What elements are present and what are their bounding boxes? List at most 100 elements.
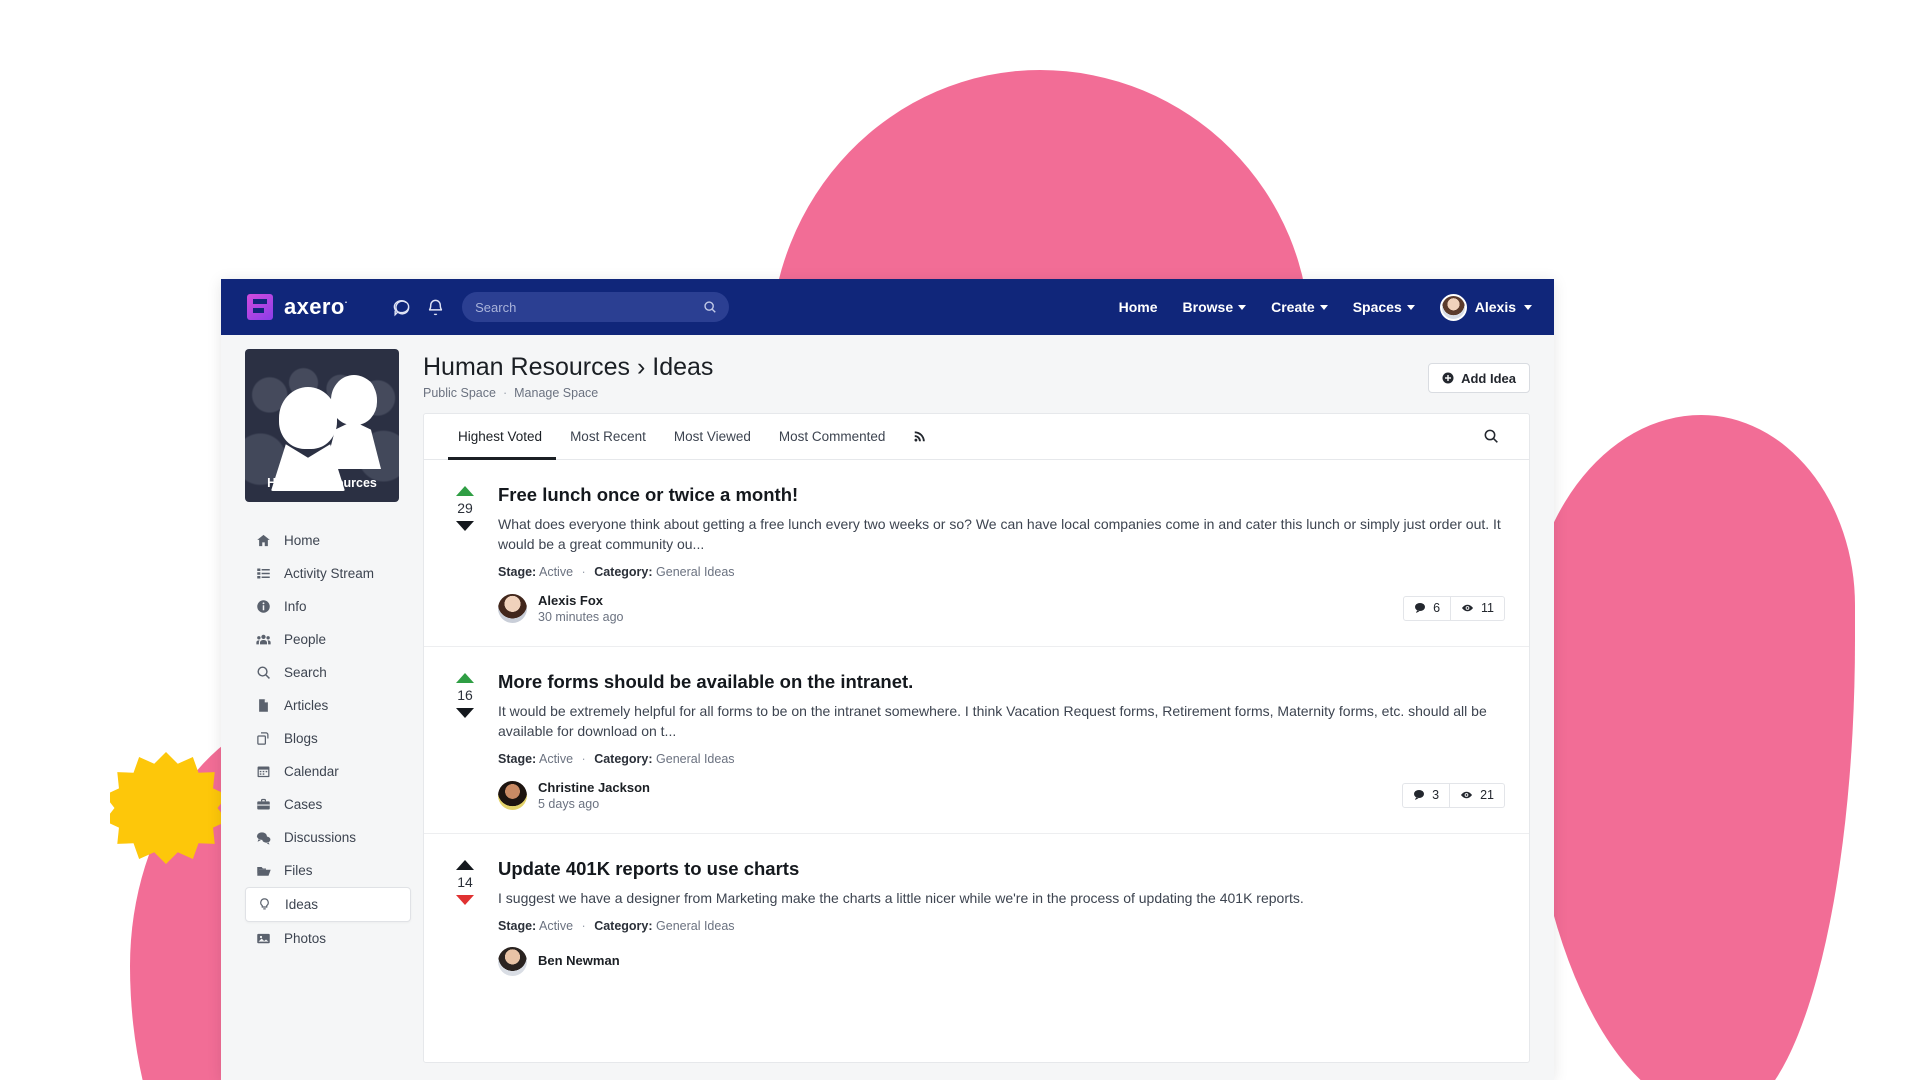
sidebar-item-label: Blogs [284,731,318,746]
main-content: Human Resources › Ideas Public Space · M… [423,335,1554,1080]
comment-count-badge[interactable]: 6 [1403,595,1452,621]
rss-feed-icon[interactable] [899,429,927,443]
sidebar-item-ideas[interactable]: Ideas [245,887,411,922]
idea-footer: Alexis Fox 30 minutes ago 6 11 [498,593,1505,624]
stage-value: Active [539,564,574,579]
axero-logo[interactable]: axero· [247,294,348,320]
comment-count: 3 [1432,788,1440,803]
axero-logo-mark-icon [247,294,273,320]
space-avatar-card[interactable]: Human Resources [245,349,399,502]
meta-separator: · [581,918,586,933]
breadcrumb-space[interactable]: Human Resources [423,353,630,381]
tab-most-viewed[interactable]: Most Viewed [660,413,765,459]
sidebar-item-photos[interactable]: Photos [245,922,411,955]
upvote-arrow-icon[interactable] [456,672,474,683]
author-block[interactable]: Alexis Fox 30 minutes ago [498,593,623,624]
sidebar-item-cases[interactable]: Cases [245,788,411,821]
vote-count: 29 [457,499,473,516]
add-idea-button[interactable]: Add Idea [1428,363,1530,393]
tab-most-recent[interactable]: Most Recent [556,413,660,459]
idea-row: 29 Free lunch once or twice a month! Wha… [424,460,1529,647]
avatar [498,593,527,623]
sidebar-item-files[interactable]: Files [245,854,411,887]
manage-space-link[interactable]: Manage Space [514,386,598,400]
author-block[interactable]: Ben Newman [498,946,620,976]
user-menu[interactable]: Alexis [1439,293,1532,321]
downvote-arrow-icon[interactable] [456,520,474,531]
view-count-badge[interactable]: 21 [1450,782,1505,808]
chevron-down-icon [1524,304,1532,310]
sidebar-item-label: Articles [284,698,329,713]
ideas-search-icon[interactable] [1483,428,1505,444]
avatar [1439,293,1467,321]
eye-icon [1460,789,1473,802]
sidebar-item-articles[interactable]: Articles [245,689,411,722]
stage-label: Stage: [498,918,537,933]
info-icon [256,599,271,614]
space-name-label: Human Resources [267,476,377,490]
sidebar-item-people[interactable]: People [245,623,411,656]
category-value: General Ideas [656,564,735,579]
idea-title[interactable]: More forms should be available on the in… [498,671,1505,693]
comment-bubble-icon [1414,602,1426,614]
global-search-box[interactable] [462,292,730,322]
sidebar-item-label: Activity Stream [284,566,375,581]
sidebar-item-label: Search [284,665,327,680]
idea-title[interactable]: Free lunch once or twice a month! [498,484,1505,506]
sidebar-item-search[interactable]: Search [245,656,411,689]
sidebar-item-blogs[interactable]: Blogs [245,722,411,755]
view-count-badge[interactable]: 11 [1451,595,1505,621]
image-icon [256,931,271,946]
sidebar-item-label: Photos [284,931,327,946]
downvote-arrow-icon[interactable] [456,707,474,718]
nav-label: Spaces [1352,299,1402,315]
notifications-bell-icon[interactable] [426,298,445,317]
downvote-arrow-icon[interactable] [456,894,474,905]
comment-count-badge[interactable]: 3 [1402,782,1451,808]
sidebar-item-calendar[interactable]: Calendar [245,755,411,788]
sidebar-item-activity-stream[interactable]: Activity Stream [245,557,411,590]
messages-icon[interactable] [392,298,411,317]
sidebar-item-label: Cases [284,797,323,812]
search-input[interactable] [475,299,717,315]
idea-description: I suggest we have a designer from Market… [498,889,1304,906]
nav-link-create[interactable]: Create [1271,299,1328,315]
idea-stats: 3 21 [1402,782,1505,808]
tab-most-commented[interactable]: Most Commented [765,413,900,459]
category-label: Category: [594,564,653,579]
search-icon[interactable] [703,300,717,314]
sidebar-item-discussions[interactable]: Discussions [245,821,411,854]
sidebar-item-info[interactable]: Info [245,590,411,623]
author-name[interactable]: Christine Jackson [538,780,650,795]
stage-label: Stage: [498,564,537,579]
idea-title[interactable]: Update 401K reports to use charts [498,858,1505,880]
author-block[interactable]: Christine Jackson 5 days ago [498,780,650,811]
folder-icon [256,863,271,879]
upvote-arrow-icon[interactable] [456,859,474,870]
calendar-icon [256,764,271,779]
author-name[interactable]: Alexis Fox [538,593,623,608]
stage-label: Stage: [498,751,537,766]
comment-bubble-icon [1413,789,1425,801]
page-title: Human Resources › Ideas [423,353,713,382]
upvote-arrow-icon[interactable] [456,485,474,496]
eye-icon [1461,602,1474,615]
sidebar-item-label: Ideas [285,897,319,912]
nav-link-browse[interactable]: Browse [1183,299,1247,315]
nav-link-spaces[interactable]: Spaces [1353,299,1415,315]
comments-icon [256,830,271,846]
sidebar-item-home[interactable]: Home [245,524,411,557]
subtitle-separator: · [502,385,508,400]
app-body: Human Resources Home Activity Stream Inf… [221,335,1554,1080]
nav-link-home[interactable]: Home [1119,299,1158,315]
vote-count: 14 [457,873,473,890]
copy-icon [256,731,271,746]
author-name[interactable]: Ben Newman [538,953,620,968]
tab-highest-voted[interactable]: Highest Voted [448,413,557,461]
lightbulb-icon [257,897,272,912]
sidebar-item-label: Files [284,863,313,878]
meta-separator: · [581,751,586,766]
idea-row: 16 More forms should be available on the… [424,647,1529,834]
nav-label: Create [1271,299,1315,315]
idea-footer: Christine Jackson 5 days ago 3 21 [498,780,1505,811]
